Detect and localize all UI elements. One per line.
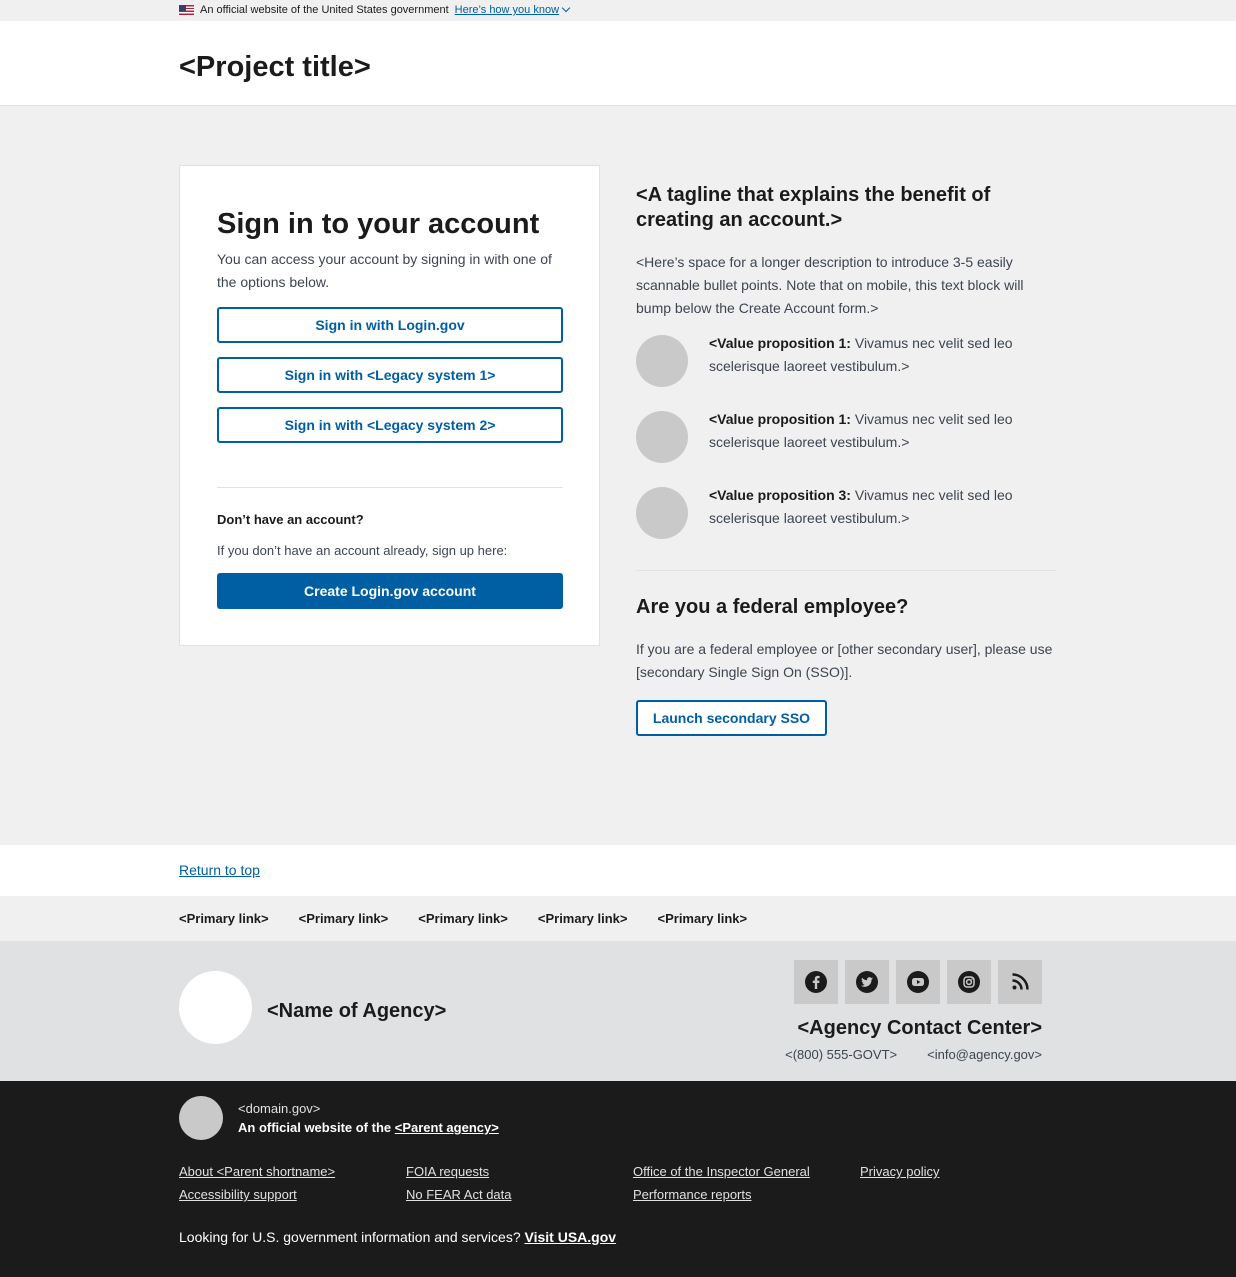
official-website-prefix: An official website of the [238, 1120, 395, 1135]
footer-primary-link[interactable]: <Primary link> [179, 911, 269, 926]
agency-name: <Name of Agency> [267, 1000, 447, 1022]
about-parent-link[interactable]: About <Parent shortname> [179, 1164, 406, 1179]
usa-gov-prefix: Looking for U.S. government information … [179, 1229, 525, 1245]
parent-agency-logo [179, 1096, 223, 1140]
value-proposition-label: <Value proposition 3: [709, 487, 851, 503]
sign-in-card: Sign in to your account You can access y… [179, 165, 600, 646]
no-fear-act-link[interactable]: No FEAR Act data [406, 1187, 633, 1202]
chevron-down-icon [561, 3, 571, 13]
site-header: <Project title> [0, 21, 1236, 106]
sign-in-login-gov-button[interactable]: Sign in with Login.gov [217, 307, 563, 343]
main-content: Sign in to your account You can access y… [0, 106, 1236, 845]
value-proposition: <Value proposition 1: Vivamus nec velit … [636, 411, 1056, 463]
value-proposition-label: <Value proposition 1: [709, 411, 851, 427]
rss-icon[interactable] [998, 960, 1042, 1004]
youtube-icon[interactable] [896, 960, 940, 1004]
footer-primary-link[interactable]: <Primary link> [418, 911, 508, 926]
divider [217, 487, 563, 488]
benefits-description: <Here’s space for a longer description t… [636, 254, 1024, 316]
value-proposition: <Value proposition 1: Vivamus nec velit … [636, 335, 1056, 387]
project-title[interactable]: <Project title> [179, 51, 371, 84]
domain-label: <domain.gov> [238, 1101, 321, 1116]
gov-banner: An official website of the United States… [0, 0, 1236, 21]
return-to-top-bar: Return to top [0, 845, 1236, 896]
heres-how-you-know-link[interactable]: Here’s how you know [454, 3, 571, 16]
contact-email-link[interactable]: <info@agency.gov> [927, 1047, 1042, 1062]
sign-in-description: You can access your account by signing i… [217, 251, 552, 290]
foia-requests-link[interactable]: FOIA requests [406, 1164, 633, 1179]
inspector-general-link[interactable]: Office of the Inspector General [633, 1164, 860, 1179]
usa-gov-text: Looking for U.S. government information … [179, 1229, 616, 1245]
banner-text: An official website of the United States… [200, 4, 449, 16]
value-proposition-label: <Value proposition 1: [709, 335, 851, 351]
federal-employee-heading: Are you a federal employee? [636, 596, 909, 618]
footer-primary-link[interactable]: <Primary link> [538, 911, 628, 926]
sign-in-legacy-1-button[interactable]: Sign in with <Legacy system 1> [217, 357, 563, 393]
footer-primary-link[interactable]: <Primary link> [658, 911, 748, 926]
instagram-icon[interactable] [947, 960, 991, 1004]
value-proposition: <Value proposition 3: Vivamus nec velit … [636, 487, 1056, 539]
accessibility-support-link[interactable]: Accessibility support [179, 1187, 406, 1202]
federal-employee-description: If you are a federal employee or [other … [636, 641, 1053, 680]
official-website-text: An official website of the <Parent agenc… [238, 1120, 499, 1135]
agency-logo [179, 971, 252, 1044]
footer-primary-nav: <Primary link> <Primary link> <Primary l… [0, 896, 1236, 941]
no-account-heading: Don’t have an account? [217, 512, 364, 527]
identifier-links: About <Parent shortname> FOIA requests O… [179, 1164, 1079, 1202]
contact-phone-link[interactable]: <(800) 555-GOVT> [785, 1047, 897, 1062]
contact-center-heading: <Agency Contact Center> [797, 1017, 1042, 1039]
sign-in-title: Sign in to your account [217, 208, 540, 240]
value-proposition-icon [636, 411, 688, 463]
visit-usa-gov-link[interactable]: Visit USA.gov [525, 1229, 617, 1245]
privacy-policy-link[interactable]: Privacy policy [860, 1164, 1060, 1179]
divider [636, 570, 1056, 571]
parent-agency-link[interactable]: <Parent agency> [395, 1120, 499, 1135]
create-account-button[interactable]: Create Login.gov account [217, 573, 563, 609]
launch-sso-button[interactable]: Launch secondary SSO [636, 700, 827, 736]
return-to-top-link[interactable]: Return to top [179, 862, 260, 878]
us-flag-icon [179, 5, 194, 15]
heres-how-you-know-label: Here’s how you know [454, 4, 560, 16]
performance-reports-link[interactable]: Performance reports [633, 1187, 860, 1202]
twitter-icon[interactable] [845, 960, 889, 1004]
facebook-icon[interactable] [794, 960, 838, 1004]
value-proposition-icon [636, 487, 688, 539]
sign-in-legacy-2-button[interactable]: Sign in with <Legacy system 2> [217, 407, 563, 443]
contact-info: <(800) 555-GOVT> <info@agency.gov> [785, 1047, 1042, 1062]
sign-up-text: If you don’t have an account already, si… [217, 543, 508, 558]
tagline: <A tagline that explains the benefit of … [636, 184, 991, 231]
identifier: <domain.gov> An official website of the … [0, 1081, 1236, 1277]
footer-secondary: <Name of Agency> <Agency Contact Center>… [0, 941, 1236, 1081]
social-links [794, 960, 1042, 1004]
footer-primary-link[interactable]: <Primary link> [299, 911, 389, 926]
value-proposition-icon [636, 335, 688, 387]
